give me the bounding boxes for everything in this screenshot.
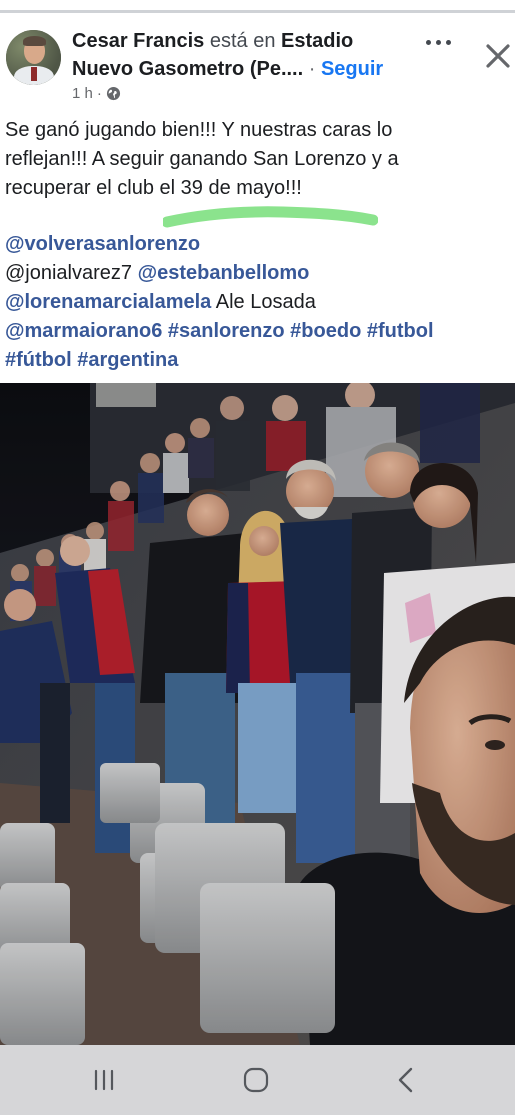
top-divider: [0, 10, 515, 13]
mentions-line: @marmaiorano6 #sanlorenzo #boedo #futbol: [5, 317, 510, 346]
mentions-line: @jonialvarez7 @estebanbellomo: [5, 259, 510, 288]
close-icon[interactable]: [484, 42, 512, 70]
hashtag-link[interactable]: #fútbol: [5, 349, 72, 371]
post-meta: 1 h ·: [72, 85, 121, 102]
title-separator: ·: [308, 58, 316, 80]
more-options-icon[interactable]: [418, 32, 458, 52]
hashtag-link[interactable]: #argentina: [77, 349, 178, 371]
hashtag-link[interactable]: #futbol: [367, 320, 434, 342]
recent-apps-icon[interactable]: [84, 1063, 124, 1097]
mention-link[interactable]: @volverasanlorenzo: [5, 233, 200, 255]
system-navigation-bar: [0, 1045, 515, 1115]
home-icon[interactable]: [236, 1063, 276, 1097]
avatar[interactable]: [6, 30, 61, 85]
mention-link[interactable]: @marmaiorano6: [5, 320, 162, 342]
meta-separator: ·: [96, 85, 102, 102]
post-header: Cesar Francis está en Estadio Nuevo Gaso…: [0, 14, 515, 110]
mentions-line: @volverasanlorenzo: [5, 230, 510, 259]
body-line: reflejan!!! A seguir ganando San Lorenzo…: [5, 148, 399, 170]
hashtag-link[interactable]: #boedo: [290, 320, 361, 342]
follow-button[interactable]: Seguir: [321, 58, 383, 80]
mention-link[interactable]: @lorenamarcialamela: [5, 291, 211, 313]
checkin-verb: está en: [209, 30, 276, 52]
post-time[interactable]: 1 h: [72, 85, 93, 102]
author-name[interactable]: Cesar Francis: [72, 30, 204, 52]
body-line: Se ganó jugando bien!!! Y nuestras caras…: [5, 119, 393, 141]
green-highlight-stroke: [163, 206, 378, 228]
hashtag-link[interactable]: #sanlorenzo: [168, 320, 285, 342]
post-body: Se ganó jugando bien!!! Y nuestras caras…: [5, 116, 510, 203]
mention-link[interactable]: @estebanbellomo: [138, 262, 310, 284]
back-icon[interactable]: [387, 1063, 427, 1097]
globe-icon[interactable]: [106, 86, 121, 101]
post-title: Cesar Francis está en Estadio Nuevo Gaso…: [72, 27, 402, 83]
mentions-line: @lorenamarcialamela Ale Losada: [5, 288, 510, 317]
plain-text: Ale Losada: [211, 291, 316, 313]
mentions-and-hashtags: @volverasanlorenzo @jonialvarez7 @esteban…: [5, 230, 510, 375]
body-line: recuperar el club el 39 de mayo!!!: [5, 177, 302, 199]
mentions-line: #fútbol #argentina: [5, 346, 510, 375]
post-photo[interactable]: [0, 383, 515, 1045]
plain-text: @jonialvarez7: [5, 262, 138, 284]
stadium-selfie-image: [0, 383, 515, 1045]
